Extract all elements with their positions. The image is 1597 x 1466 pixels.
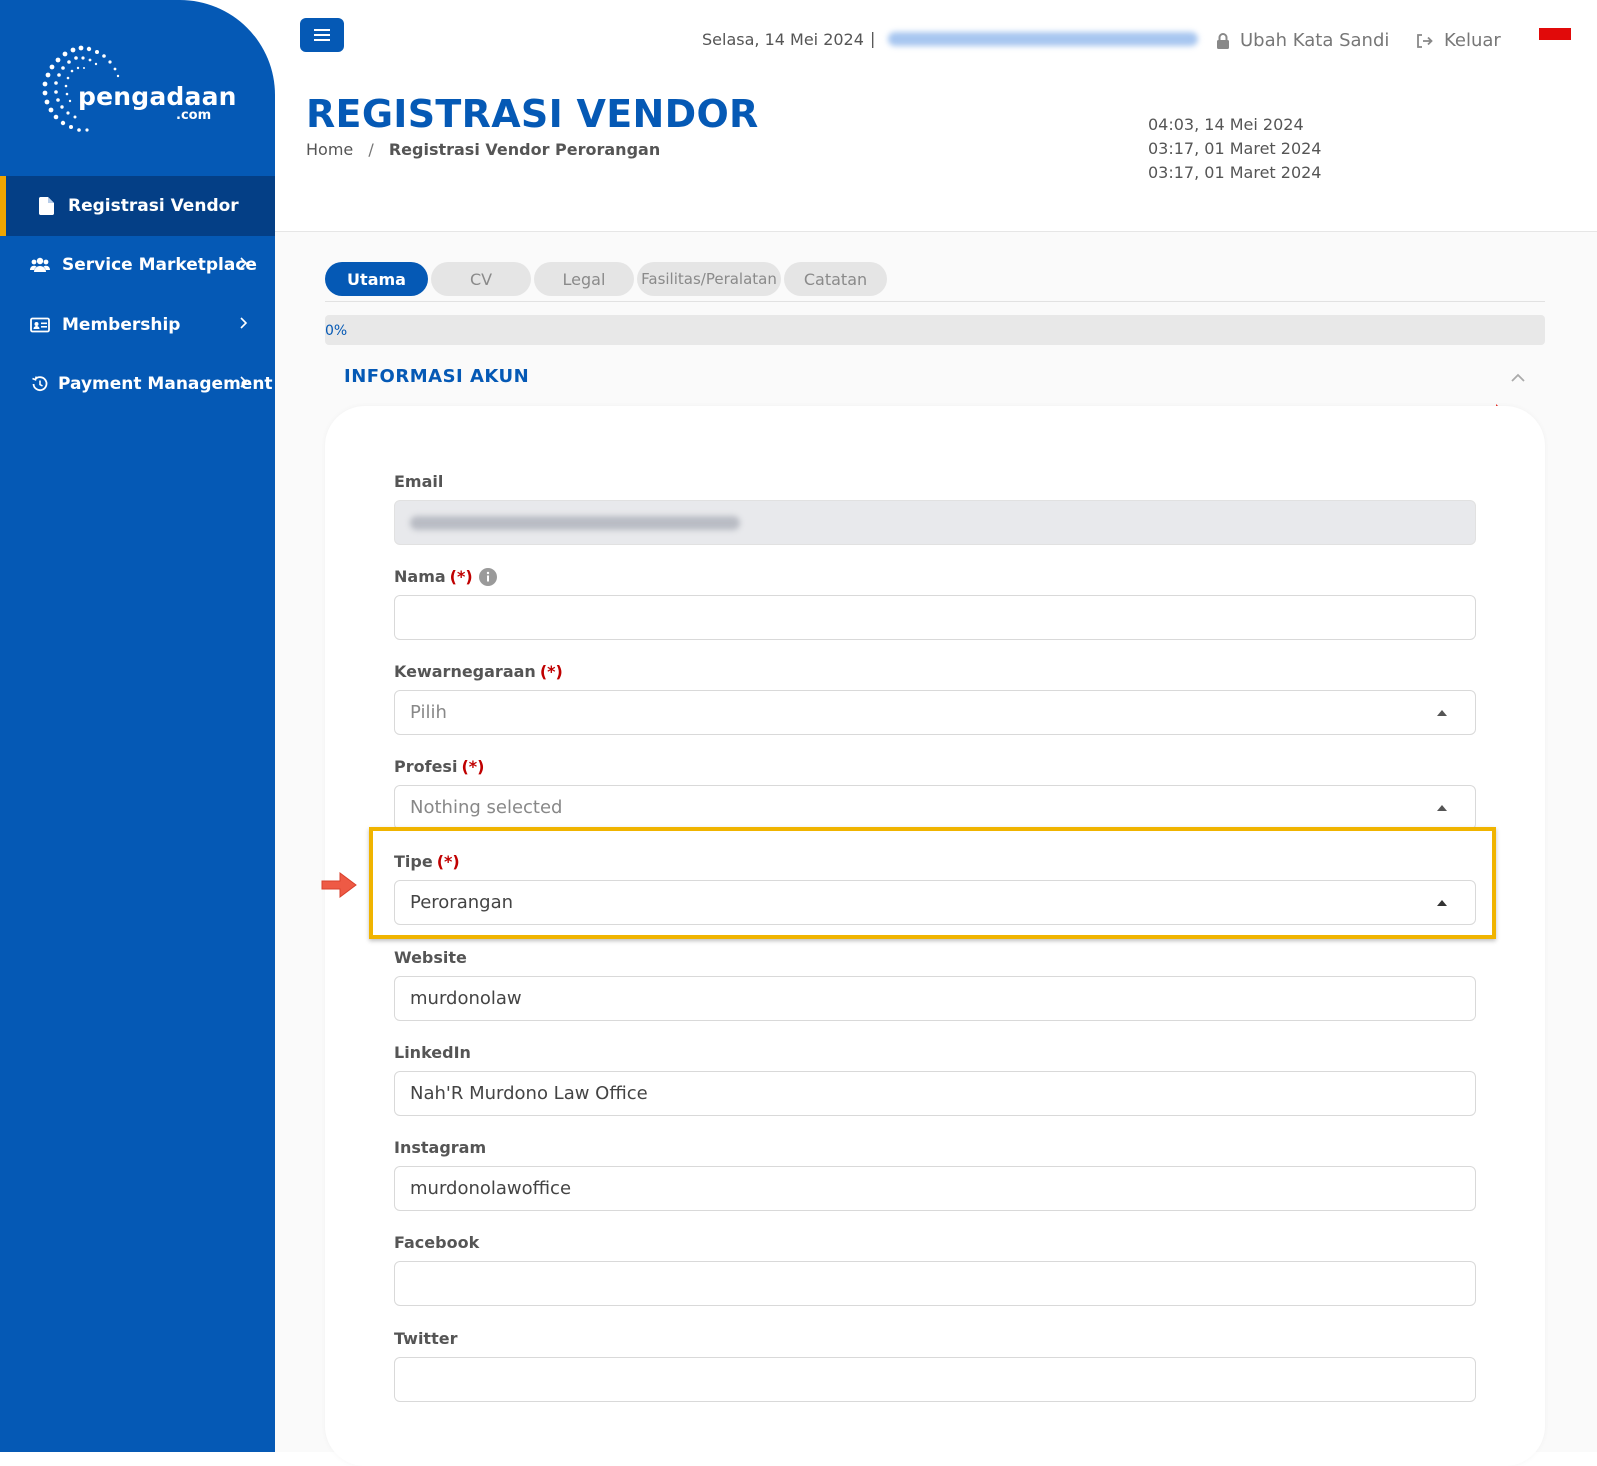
tabs-divider xyxy=(325,301,1545,302)
email-field xyxy=(394,500,1476,545)
kewarnegaraan-label: Kewarnegaraan (*) xyxy=(394,662,563,681)
history-icon xyxy=(30,374,50,394)
sidebar-item-payment-management[interactable]: Payment Management xyxy=(0,354,275,414)
twitter-label: Twitter xyxy=(394,1329,457,1348)
logo-subtext: .com xyxy=(176,108,212,123)
timestamp-line: 03:17, 01 Maret 2024 xyxy=(1148,163,1322,182)
change-password-label: Ubah Kata Sandi xyxy=(1240,30,1390,51)
chevron-up-icon[interactable] xyxy=(1508,368,1528,388)
breadcrumb-current: Registrasi Vendor Perorangan xyxy=(388,140,661,159)
section-title: INFORMASI AKUN xyxy=(344,366,530,387)
tab-utama[interactable]: Utama xyxy=(325,262,428,296)
change-password-link[interactable]: Ubah Kata Sandi xyxy=(1216,30,1389,51)
linkedin-field[interactable]: Nah'R Murdono Law Office xyxy=(394,1071,1476,1116)
instagram-field[interactable]: murdonolawoffice xyxy=(394,1166,1476,1211)
document-icon xyxy=(36,196,56,216)
facebook-field[interactable] xyxy=(394,1261,1476,1306)
info-icon[interactable] xyxy=(478,567,497,586)
required-mark: (*) xyxy=(449,567,473,586)
caret-up-icon xyxy=(1437,710,1447,716)
chevron-right-icon xyxy=(240,376,248,388)
kewarnegaraan-placeholder: Pilih xyxy=(410,702,447,723)
progress-bar: 0% xyxy=(325,315,1545,345)
logo-text: pengadaan xyxy=(78,82,237,111)
website-value: murdonolaw xyxy=(410,988,522,1009)
linkedin-value: Nah'R Murdono Law Office xyxy=(410,1083,648,1104)
account-info-card xyxy=(325,406,1545,1466)
caret-up-icon xyxy=(1437,900,1447,906)
id-card-icon xyxy=(30,315,50,335)
website-label: Website xyxy=(394,948,467,967)
required-mark: (*) xyxy=(539,662,563,681)
timestamp-line: 04:03, 14 Mei 2024 xyxy=(1148,115,1304,134)
instagram-label-text: Instagram xyxy=(394,1138,487,1157)
sidebar-item-service-marketplace[interactable]: Service Marketplace xyxy=(0,235,275,295)
tipe-label-text: Tipe xyxy=(394,852,433,871)
tipe-select[interactable]: Perorangan xyxy=(394,880,1476,925)
progress-label: 0% xyxy=(325,323,348,339)
facebook-label: Facebook xyxy=(394,1233,479,1252)
website-field[interactable]: murdonolaw xyxy=(394,976,1476,1021)
chevron-right-icon xyxy=(240,257,248,269)
logout-link[interactable]: Keluar xyxy=(1416,30,1501,51)
nama-label: Nama (*) xyxy=(394,567,497,586)
required-mark: (*) xyxy=(461,757,485,776)
logout-label: Keluar xyxy=(1444,30,1501,51)
lock-icon xyxy=(1217,32,1229,49)
timestamp-line: 03:17, 01 Maret 2024 xyxy=(1148,139,1322,158)
email-label-text: Email xyxy=(394,472,444,491)
breadcrumb-home[interactable]: Home xyxy=(306,140,353,159)
required-mark: (*) xyxy=(436,852,460,871)
profesi-label: Profesi (*) xyxy=(394,757,484,776)
profesi-placeholder: Nothing selected xyxy=(410,797,563,818)
nama-label-text: Nama xyxy=(394,567,446,586)
website-label-text: Website xyxy=(394,948,467,967)
email-value-redacted xyxy=(410,515,740,530)
linkedin-label: LinkedIn xyxy=(394,1043,471,1062)
twitter-label-text: Twitter xyxy=(394,1329,458,1348)
kewarnegaraan-label-text: Kewarnegaraan xyxy=(394,662,536,681)
tipe-value: Perorangan xyxy=(410,892,514,913)
sidebar-item-label: Service Marketplace xyxy=(62,255,257,275)
tab-catatan[interactable]: Catatan xyxy=(784,262,887,296)
sign-out-icon xyxy=(1417,33,1433,48)
hamburger-icon xyxy=(314,29,330,41)
current-date: Selasa, 14 Mei 2024 xyxy=(702,30,864,49)
tab-cv[interactable]: CV xyxy=(431,262,531,296)
instagram-label: Instagram xyxy=(394,1138,486,1157)
profesi-label-text: Profesi xyxy=(394,757,458,776)
tab-bar: Utama CV Legal Fasilitas/Peralatan Catat… xyxy=(325,262,890,296)
timestamps: 04:03, 14 Mei 2024 03:17, 01 Maret 2024 … xyxy=(1148,113,1321,185)
topbar-separator: | xyxy=(870,29,876,48)
user-email-redacted xyxy=(888,32,1198,46)
logo[interactable]: pengadaan .com xyxy=(36,42,236,138)
indonesia-flag-icon[interactable] xyxy=(1539,28,1571,40)
page-title: REGISTRASI VENDOR xyxy=(306,92,759,136)
sidebar-item-label: Registrasi Vendor xyxy=(68,196,239,216)
twitter-field[interactable] xyxy=(394,1357,1476,1402)
kewarnegaraan-select[interactable]: Pilih xyxy=(394,690,1476,735)
email-label: Email xyxy=(394,472,443,491)
chevron-right-icon xyxy=(240,317,248,329)
tab-legal[interactable]: Legal xyxy=(534,262,634,296)
breadcrumb-separator: / xyxy=(368,140,374,159)
tab-fasilitas-peralatan[interactable]: Fasilitas/Peralatan xyxy=(637,262,781,296)
facebook-label-text: Facebook xyxy=(394,1233,480,1252)
menu-toggle-button[interactable] xyxy=(300,18,344,52)
linkedin-label-text: LinkedIn xyxy=(394,1043,471,1062)
sidebar-item-membership[interactable]: Membership xyxy=(0,295,275,355)
instagram-value: murdonolawoffice xyxy=(410,1178,572,1199)
breadcrumb: Home / Registrasi Vendor Perorangan xyxy=(306,140,660,159)
users-icon xyxy=(30,255,50,275)
profesi-select[interactable]: Nothing selected xyxy=(394,785,1476,830)
nama-field[interactable] xyxy=(394,595,1476,640)
sidebar-item-registrasi-vendor[interactable]: Registrasi Vendor xyxy=(0,176,275,236)
red-arrow-icon xyxy=(321,872,357,898)
sidebar: pengadaan .com Registrasi Vendor Service… xyxy=(0,0,275,1452)
caret-up-icon xyxy=(1437,805,1447,811)
sidebar-item-label: Membership xyxy=(62,315,181,335)
tipe-label: Tipe (*) xyxy=(394,852,460,871)
